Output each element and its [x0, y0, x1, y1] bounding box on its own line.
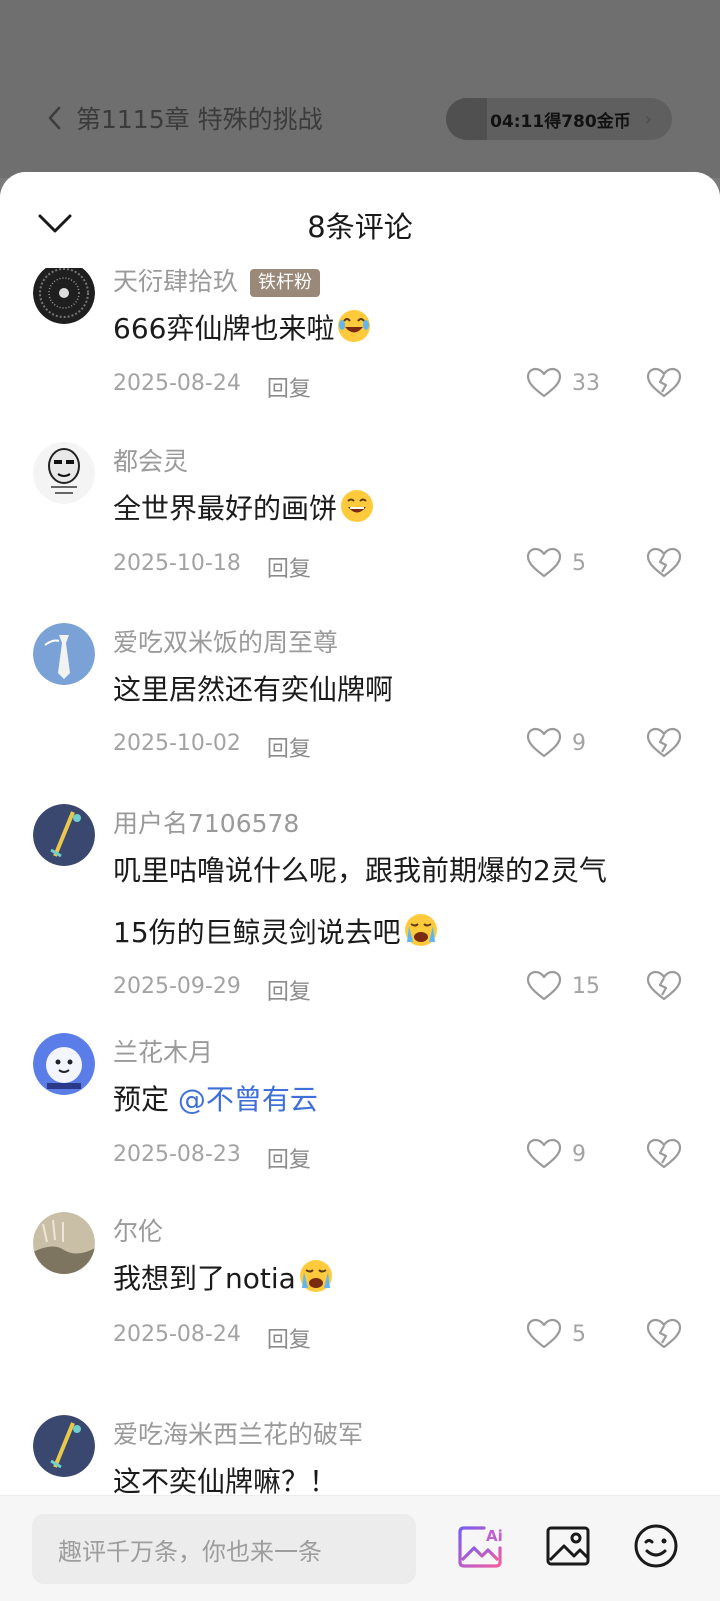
reader-top-bar: 第1115章 特殊的挑战 04:11得780金币 ›: [0, 0, 720, 178]
like-count: 5: [572, 1321, 586, 1347]
avatar[interactable]: [33, 804, 95, 866]
reply-button[interactable]: 回复: [267, 371, 311, 403]
heart-outline-icon: [526, 1318, 562, 1349]
like-button[interactable]: 9: [526, 727, 600, 759]
heart-outline-icon: [526, 727, 562, 758]
emoji-picker-icon[interactable]: [632, 1522, 680, 1570]
like-count: 9: [572, 730, 586, 756]
crying-emoji-icon: [404, 914, 437, 946]
username[interactable]: 爱吃海米西兰花的破军: [113, 1415, 363, 1451]
like-button[interactable]: 33: [526, 367, 600, 399]
comment-text: 预定 @不曾有云: [113, 1083, 318, 1116]
comment-text: 叽里咕噜说什么呢，跟我前期爆的2灵气 15伤的巨鲸灵剑说去吧: [113, 854, 607, 949]
comment-text: 666弈仙牌也来啦: [113, 298, 683, 360]
heart-outline-icon: [526, 970, 562, 1001]
comment-date: 2025-09-29: [113, 974, 241, 999]
comment-date: 2025-08-24: [113, 1322, 241, 1347]
reward-text: 04:11得780金币: [490, 111, 631, 132]
ai-image-icon[interactable]: Ai: [456, 1522, 504, 1570]
avatar[interactable]: [33, 262, 95, 324]
comment-meta: 2025-08-23 回复: [113, 1142, 311, 1174]
mention-link[interactable]: @不曾有云: [178, 1083, 318, 1116]
like-count: 5: [572, 550, 586, 576]
avatar[interactable]: [33, 442, 95, 504]
reply-button[interactable]: 回复: [267, 974, 311, 1006]
avatar[interactable]: [33, 1212, 95, 1274]
comment-meta: 2025-08-24 回复: [113, 1322, 311, 1354]
like-button[interactable]: 5: [526, 1318, 600, 1350]
reply-button[interactable]: 回复: [267, 551, 311, 583]
back-button[interactable]: 第1115章 特殊的挑战: [44, 100, 323, 136]
username[interactable]: 都会灵: [113, 442, 188, 478]
comment-sheet: 8条评论 天衍肆拾玖 铁杆粉 666弈仙牌也来啦 2025-08-24 回复 33: [0, 172, 720, 1600]
sheet-header: 8条评论: [0, 172, 720, 268]
comment-text: 我想到了notia: [113, 1248, 683, 1310]
comment-text: 全世界最好的画饼: [113, 478, 683, 540]
chevron-right-icon: ›: [644, 108, 652, 130]
broken-heart-icon[interactable]: [646, 970, 682, 1002]
reply-button[interactable]: 回复: [267, 1142, 311, 1174]
username[interactable]: 尔伦: [113, 1212, 163, 1248]
heart-outline-icon: [526, 547, 562, 578]
broken-heart-icon[interactable]: [646, 367, 682, 399]
broken-heart-icon[interactable]: [646, 547, 682, 579]
comment-input-bar: 趣评千万条，你也来一条 Ai: [0, 1495, 720, 1601]
broken-heart-icon[interactable]: [646, 727, 682, 759]
like-button[interactable]: 9: [526, 1138, 600, 1170]
comment-meta: 2025-10-02 回复: [113, 731, 311, 763]
comment-meta: 2025-10-18 回复: [113, 551, 311, 583]
like-button[interactable]: 5: [526, 547, 600, 579]
comment-text: 这里居然还有奕仙牌啊: [113, 673, 394, 706]
comment-meta: 2025-08-24 回复: [113, 371, 311, 403]
image-picker-icon[interactable]: [544, 1522, 592, 1570]
svg-text:Ai: Ai: [486, 1527, 503, 1545]
heart-outline-icon: [526, 367, 562, 398]
reward-progress-fill: [446, 98, 487, 140]
grinning-emoji-icon: [341, 490, 374, 522]
avatar[interactable]: [33, 1415, 95, 1477]
like-count: 33: [572, 370, 600, 396]
username[interactable]: 用户名7106578: [113, 804, 299, 840]
comment-meta: 2025-09-29 回复: [113, 974, 311, 1006]
comment-date: 2025-10-02: [113, 731, 241, 756]
comment-date: 2025-10-18: [113, 551, 241, 576]
avatar[interactable]: [33, 623, 95, 685]
reward-timer-pill[interactable]: 04:11得780金币 ›: [446, 98, 672, 140]
avatar[interactable]: [33, 1033, 95, 1095]
reply-button[interactable]: 回复: [267, 731, 311, 763]
like-count: 15: [572, 973, 600, 999]
heart-outline-icon: [526, 1138, 562, 1169]
laughing-tears-emoji-icon: [338, 310, 371, 342]
comment-input[interactable]: 趣评千万条，你也来一条: [32, 1514, 416, 1584]
comment-date: 2025-08-23: [113, 1142, 241, 1167]
fan-badge: 铁杆粉: [250, 269, 321, 297]
input-placeholder: 趣评千万条，你也来一条: [58, 1537, 322, 1566]
sheet-title: 8条评论: [307, 210, 413, 244]
comment-date: 2025-08-24: [113, 371, 241, 396]
broken-heart-icon[interactable]: [646, 1138, 682, 1170]
like-button[interactable]: 15: [526, 970, 600, 1002]
chevron-left-icon: [48, 106, 61, 130]
crying-emoji-icon: [299, 1260, 332, 1292]
username[interactable]: 兰花木月: [113, 1033, 213, 1069]
chapter-title: 第1115章 特殊的挑战: [76, 105, 323, 134]
like-count: 9: [572, 1141, 586, 1167]
broken-heart-icon[interactable]: [646, 1318, 682, 1350]
username[interactable]: 爱吃双米饭的周至尊: [113, 623, 338, 659]
reply-button[interactable]: 回复: [267, 1322, 311, 1354]
